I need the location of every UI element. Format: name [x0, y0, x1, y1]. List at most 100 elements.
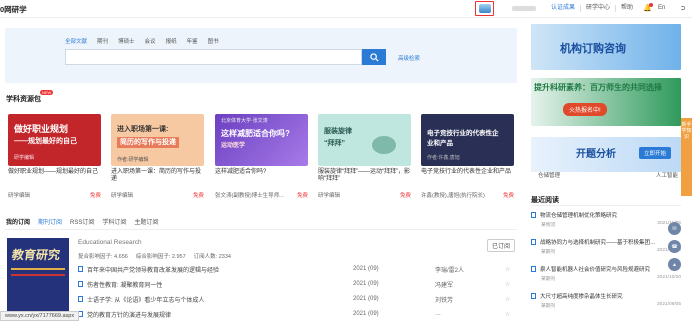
card-title[interactable]: 进入职场第一课：简历的写作与投递 — [111, 169, 204, 183]
banner-institution-subscription[interactable]: 机构订购咨询 — [531, 24, 681, 70]
resource-card-4[interactable]: 服装旋律 “拜拜” 服装旋律“拜拜”——运动“拜拜”，影响“拜拜” 研学编辑 免费 — [318, 114, 411, 202]
card-title[interactable]: 这样减肥适合你吗? — [215, 169, 308, 176]
cover-subtitle: 运动医学 — [221, 143, 246, 149]
tag-warehouse-management[interactable]: 仓储管理 — [538, 171, 560, 179]
card-title[interactable]: 服装旋律“拜拜”——运动“拜拜”，影响“拜拜” — [318, 169, 411, 183]
document-icon — [78, 266, 83, 272]
language-switch[interactable]: En — [658, 5, 665, 11]
start-now-button[interactable]: 立即开始 — [639, 147, 672, 159]
tab-rss-subscriptions[interactable]: RSS订阅 — [70, 217, 94, 226]
star-icon[interactable]: ☆ — [505, 296, 510, 303]
article-title[interactable]: 党的教育方针的演进与发展规律 — [87, 310, 353, 319]
tab-books[interactable]: 图书 — [208, 37, 219, 45]
tab-conferences[interactable]: 会议 — [145, 37, 156, 45]
impact-factor-comprehensive: 综合影响因子: 2.957 — [135, 254, 186, 260]
link-research-center[interactable]: 研学中心 — [580, 5, 615, 12]
status-bar-url: www.yx.cn/yx/7177669.aspx — [0, 311, 80, 321]
article-issue: 2021 (09) — [353, 266, 379, 272]
article-title[interactable]: 伤者性教育: 凝聚教育同一性 — [87, 280, 353, 289]
tab-dissertations[interactable]: 博硕士 — [118, 37, 135, 45]
recent-date: 2021/09/05 — [656, 302, 681, 307]
article-author: 刘铁芳 — [435, 297, 454, 304]
brand-logo-text[interactable]: 0网研学 — [0, 4, 27, 15]
journal-name[interactable]: Educational Research — [78, 239, 142, 246]
floating-toolbar: ✉ ☎ ▲ — [668, 222, 684, 271]
star-icon[interactable]: ☆ — [505, 311, 510, 318]
recent-title[interactable]: 物流仓储管理机制优化策略研究 — [540, 211, 617, 219]
advanced-search-link[interactable]: 高级检索 — [398, 54, 420, 62]
search-icon — [369, 52, 379, 62]
recent-source: 某期刊 — [541, 304, 556, 309]
customer-service-icon[interactable]: ☎ — [668, 240, 681, 253]
cover-decoration — [11, 268, 65, 270]
username-blurred[interactable] — [512, 6, 536, 11]
cover-decoration — [11, 274, 65, 276]
article-author: 冯建军 — [435, 282, 454, 289]
article-title[interactable]: 百年来中国共产党领导教育改革发展的逻辑与经验 — [87, 265, 353, 274]
recent-item[interactable]: 战略协同力与选择机制研究——基于积极集团… 某期刊2021/10/29 — [531, 238, 681, 255]
tab-yearbooks[interactable]: 年鉴 — [187, 37, 198, 45]
article-row[interactable]: 伤者性教育: 凝聚教育同一性 2021 (09) 冯建军 ☆ — [78, 278, 518, 290]
resource-card-2[interactable]: 进入职场第一课: 简历的写作与投递 作者:研学编辑 进入职场第一课：简历的写作与… — [111, 114, 204, 202]
card-cover[interactable]: 做好职业规划 ——规划最好的自己 研学编辑 — [8, 114, 101, 166]
teapot-illustration — [372, 136, 396, 154]
article-row[interactable]: 百年来中国共产党领导教育改革发展的逻辑与经验 2021 (09) 李瑞/雷2人 … — [78, 263, 518, 275]
banner-research-literacy[interactable]: 提升科研素养：百万师生的共同选择 火热报名中! — [531, 78, 681, 126]
search-button[interactable] — [362, 49, 386, 65]
search-panel: 全部文献 期刊 博硕士 会议 报纸 年鉴 图书 高级检索 — [5, 28, 517, 83]
signup-button[interactable]: 火热报名中! — [563, 103, 607, 116]
card-title[interactable]: 做好职业规划——规划最好的自己 — [8, 169, 101, 176]
recent-title[interactable]: 大尺寸超高纯度掺杂晶体生长研究 — [540, 292, 623, 300]
tab-subject-subscriptions[interactable]: 学科订阅 — [102, 217, 126, 226]
resource-card-5[interactable]: 电子竞技行业的代表性企 业和产品 作者:许鑫,唐旭 电子竞技行业的代表性企业和产… — [421, 114, 514, 202]
user-avatar-highlight[interactable] — [475, 1, 494, 16]
cover-title: 服装旋律 — [324, 128, 352, 135]
recent-item[interactable]: 物流仓储管理机制优化策略研究 某物流2021/11/05 — [531, 211, 681, 228]
resource-card-1[interactable]: 做好职业规划 ——规划最好的自己 研学编辑 做好职业规划——规划最好的自己 研学… — [8, 114, 101, 202]
divider — [5, 229, 517, 230]
card-editor: 研学编辑 — [318, 193, 341, 199]
floating-guide-tab[interactable]: 新手学知识 — [681, 118, 692, 196]
tab-all-documents[interactable]: 全部文献 — [65, 37, 87, 45]
tab-journal-subscriptions[interactable]: 期刊订阅 — [38, 217, 62, 226]
back-to-top-icon[interactable]: ▲ — [668, 258, 681, 271]
article-row[interactable]: 党的教育方针的演进与发展规律 2021 (09) … ☆ — [78, 308, 518, 320]
cover-title: 做好职业规划 — [14, 124, 69, 134]
recent-item[interactable]: 大尺寸超高纯度掺杂晶体生长研究 某期刊 2021/09/05 — [531, 292, 681, 309]
resource-card-3[interactable]: 北京体育大学·张文涛 这样减肥适合你吗? 运动医学 这样减肥适合你吗? 张文涛(… — [215, 114, 308, 202]
search-input[interactable] — [65, 49, 362, 65]
recent-title[interactable]: 泉人智能机器人社会价值研究与风险规避研究 — [540, 265, 650, 273]
card-cover[interactable]: 进入职场第一课: 简历的写作与投递 作者:研学编辑 — [111, 114, 204, 166]
link-certified-results[interactable]: 认证成果 — [546, 5, 580, 12]
article-row[interactable]: 士语子学: 从《论语》看少年立志与个体成人 2021 (09) 刘铁芳 ☆ — [78, 293, 518, 305]
subscribed-button[interactable]: 已订阅 — [487, 239, 516, 252]
star-icon[interactable]: ☆ — [505, 281, 510, 288]
logout-icon[interactable]: ➲ — [680, 4, 686, 12]
tag-artificial-intelligence[interactable]: 人工智能 — [656, 171, 678, 179]
article-title[interactable]: 士语子学: 从《论语》看少年立志与个体成人 — [87, 295, 353, 304]
card-cover[interactable]: 电子竞技行业的代表性企 业和产品 作者:许鑫,唐旭 — [421, 114, 514, 166]
journal-cover[interactable]: 教育研究 — [7, 238, 69, 321]
tab-newspapers[interactable]: 报纸 — [166, 37, 177, 45]
avatar[interactable] — [478, 4, 491, 13]
article-issue: 2021 (09) — [353, 311, 379, 317]
banner-topic-analysis[interactable]: 开题分析 立即开始 — [531, 137, 681, 172]
cover-subtitle: 业和产品 — [427, 140, 453, 147]
recent-title[interactable]: 战略协同力与选择机制研究——基于积极集团… — [540, 238, 656, 246]
card-price: 免费 — [502, 193, 514, 199]
link-help[interactable]: 帮助 — [615, 5, 638, 12]
tab-journals[interactable]: 期刊 — [97, 37, 108, 45]
feedback-icon[interactable]: ✉ — [668, 222, 681, 235]
tab-my-subscriptions[interactable]: 我的订阅 — [6, 217, 30, 226]
recent-source: 某物流 — [541, 223, 556, 228]
cover-title: 进入职场第一课: — [117, 126, 169, 133]
card-cover[interactable]: 服装旋律 “拜拜” — [318, 114, 411, 166]
tab-topic-subscriptions[interactable]: 主题订阅 — [134, 217, 158, 226]
card-title[interactable]: 电子竞技行业的代表性企业和产品 — [421, 169, 514, 176]
recent-item[interactable]: 泉人智能机器人社会价值研究与风险规避研究 某期刊 2021/10/20 — [531, 265, 681, 282]
star-icon[interactable]: ☆ — [505, 266, 510, 273]
banner-title: 提升科研素养：百万师生的共同选择 — [534, 83, 662, 92]
cover-subtitle: ——规划最好的自己 — [14, 138, 77, 145]
cover-tag: 作者:研学编辑 — [117, 157, 149, 163]
card-cover[interactable]: 北京体育大学·张文涛 这样减肥适合你吗? 运动医学 — [215, 114, 308, 166]
